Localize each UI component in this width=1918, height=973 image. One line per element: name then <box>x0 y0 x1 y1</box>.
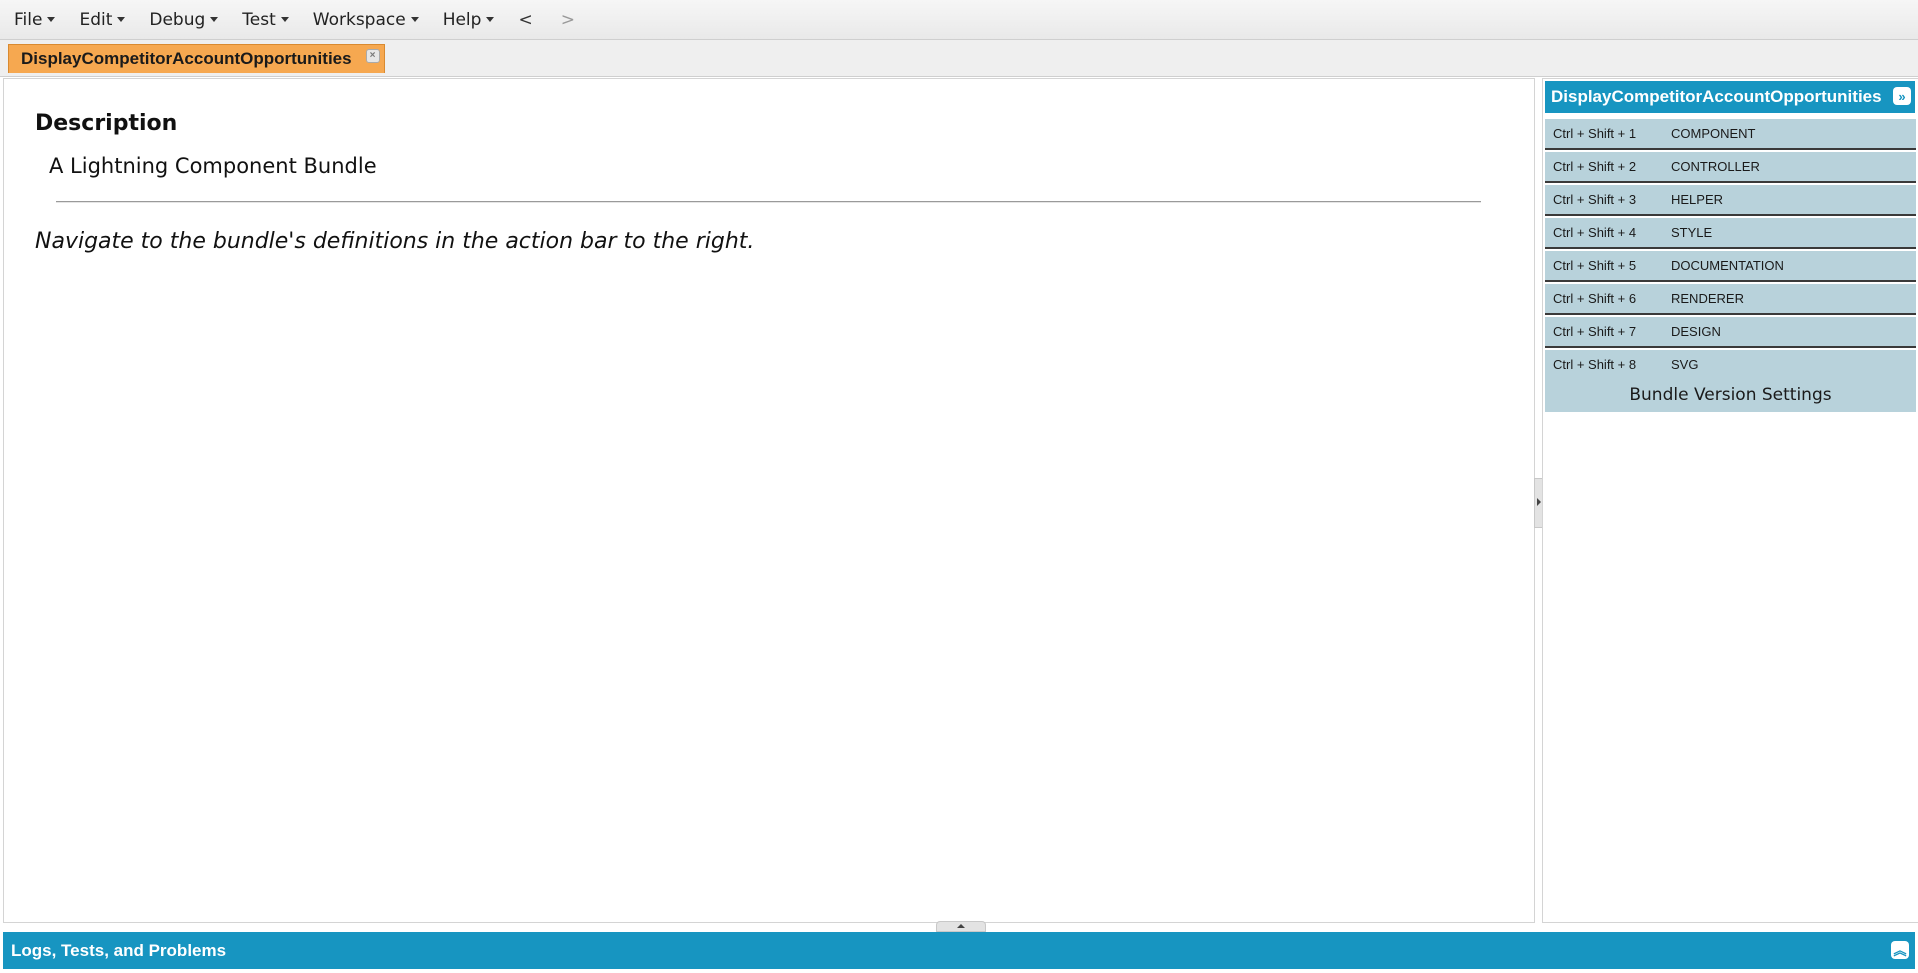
definition-row-controller[interactable]: Ctrl + Shift + 2 CONTROLLER <box>1545 152 1916 183</box>
definition-row-documentation[interactable]: Ctrl + Shift + 5 DOCUMENTATION <box>1545 251 1916 282</box>
definition-row-style[interactable]: Ctrl + Shift + 4 STYLE <box>1545 218 1916 249</box>
definition-name: RENDERER <box>1671 291 1744 306</box>
menu-test-label: Test <box>242 9 276 30</box>
divider <box>56 201 1481 203</box>
double-chevron-right-icon[interactable]: » <box>1893 87 1911 105</box>
definition-shortcut: Ctrl + Shift + 7 <box>1553 324 1637 339</box>
definition-shortcut: Ctrl + Shift + 3 <box>1553 192 1637 207</box>
definition-shortcut: Ctrl + Shift + 5 <box>1553 258 1637 273</box>
caret-down-icon <box>410 17 419 22</box>
menu-debug-label: Debug <box>149 9 206 30</box>
definition-row-component[interactable]: Ctrl + Shift + 1 COMPONENT <box>1545 119 1916 150</box>
caret-down-icon <box>486 17 495 22</box>
menu-file[interactable]: File <box>0 10 65 30</box>
tab-label: DisplayCompetitorAccountOpportunities <box>21 49 352 68</box>
menu-test[interactable]: Test <box>228 10 298 30</box>
caret-down-icon <box>47 17 56 22</box>
definition-list: Ctrl + Shift + 1 COMPONENT Ctrl + Shift … <box>1545 119 1916 383</box>
definition-shortcut: Ctrl + Shift + 8 <box>1553 357 1637 372</box>
logs-tests-problems-title: Logs, Tests, and Problems <box>11 940 227 960</box>
tab-display-competitor-account-opportunities[interactable]: DisplayCompetitorAccountOpportunities × <box>8 44 385 73</box>
definition-shortcut: Ctrl + Shift + 4 <box>1553 225 1637 240</box>
bundle-sidebar-title: DisplayCompetitorAccountOpportunities <box>1551 87 1882 106</box>
bottom-panel-splitter-handle[interactable] <box>936 921 986 932</box>
caret-down-icon <box>117 17 126 22</box>
definition-name: SVG <box>1671 357 1699 372</box>
menu-edit-label: Edit <box>79 9 113 30</box>
close-icon[interactable]: × <box>365 49 380 63</box>
definition-name: DESIGN <box>1671 324 1721 339</box>
menu-help[interactable]: Help <box>429 10 505 30</box>
menu-workspace-label: Workspace <box>312 9 406 30</box>
logs-tests-problems-bar[interactable]: Logs, Tests, and Problems ︽ <box>3 932 1915 969</box>
definition-row-helper[interactable]: Ctrl + Shift + 3 HELPER <box>1545 185 1916 216</box>
menu-help-label: Help <box>442 9 482 30</box>
definition-shortcut: Ctrl + Shift + 6 <box>1553 291 1637 306</box>
definition-shortcut: Ctrl + Shift + 1 <box>1553 126 1637 141</box>
definition-name: STYLE <box>1671 225 1713 240</box>
content-panel: Description A Lightning Component Bundle… <box>3 78 1535 923</box>
definition-row-design[interactable]: Ctrl + Shift + 7 DESIGN <box>1545 317 1916 348</box>
menu-file-label: File <box>14 9 43 30</box>
menu-bar: File Edit Debug Test Workspace Help < > <box>0 0 1918 40</box>
caret-down-icon <box>280 17 289 22</box>
description-heading: Description <box>35 111 178 136</box>
menu-edit[interactable]: Edit <box>65 10 135 30</box>
double-chevron-up-icon[interactable]: ︽ <box>1891 941 1909 959</box>
definition-row-renderer[interactable]: Ctrl + Shift + 6 RENDERER <box>1545 284 1916 315</box>
definition-name: CONTROLLER <box>1671 159 1760 174</box>
menu-workspace[interactable]: Workspace <box>299 10 429 30</box>
forward-button[interactable]: > <box>547 10 589 30</box>
bundle-sidebar-header: DisplayCompetitorAccountOpportunities » <box>1545 81 1915 113</box>
caret-down-icon <box>210 17 219 22</box>
definition-shortcut: Ctrl + Shift + 2 <box>1553 159 1637 174</box>
bundle-version-settings-button[interactable]: Bundle Version Settings <box>1545 377 1916 412</box>
navigation-hint: Navigate to the bundle's definitions in … <box>35 229 755 254</box>
menu-debug[interactable]: Debug <box>135 10 228 30</box>
definition-name: COMPONENT <box>1671 126 1756 141</box>
back-button[interactable]: < <box>504 10 546 30</box>
definition-name: HELPER <box>1671 192 1724 207</box>
tab-strip: DisplayCompetitorAccountOpportunities × <box>0 40 1918 77</box>
bundle-sidebar: DisplayCompetitorAccountOpportunities » … <box>1542 78 1918 923</box>
description-subtitle: A Lightning Component Bundle <box>49 154 377 178</box>
definition-name: DOCUMENTATION <box>1671 258 1784 273</box>
